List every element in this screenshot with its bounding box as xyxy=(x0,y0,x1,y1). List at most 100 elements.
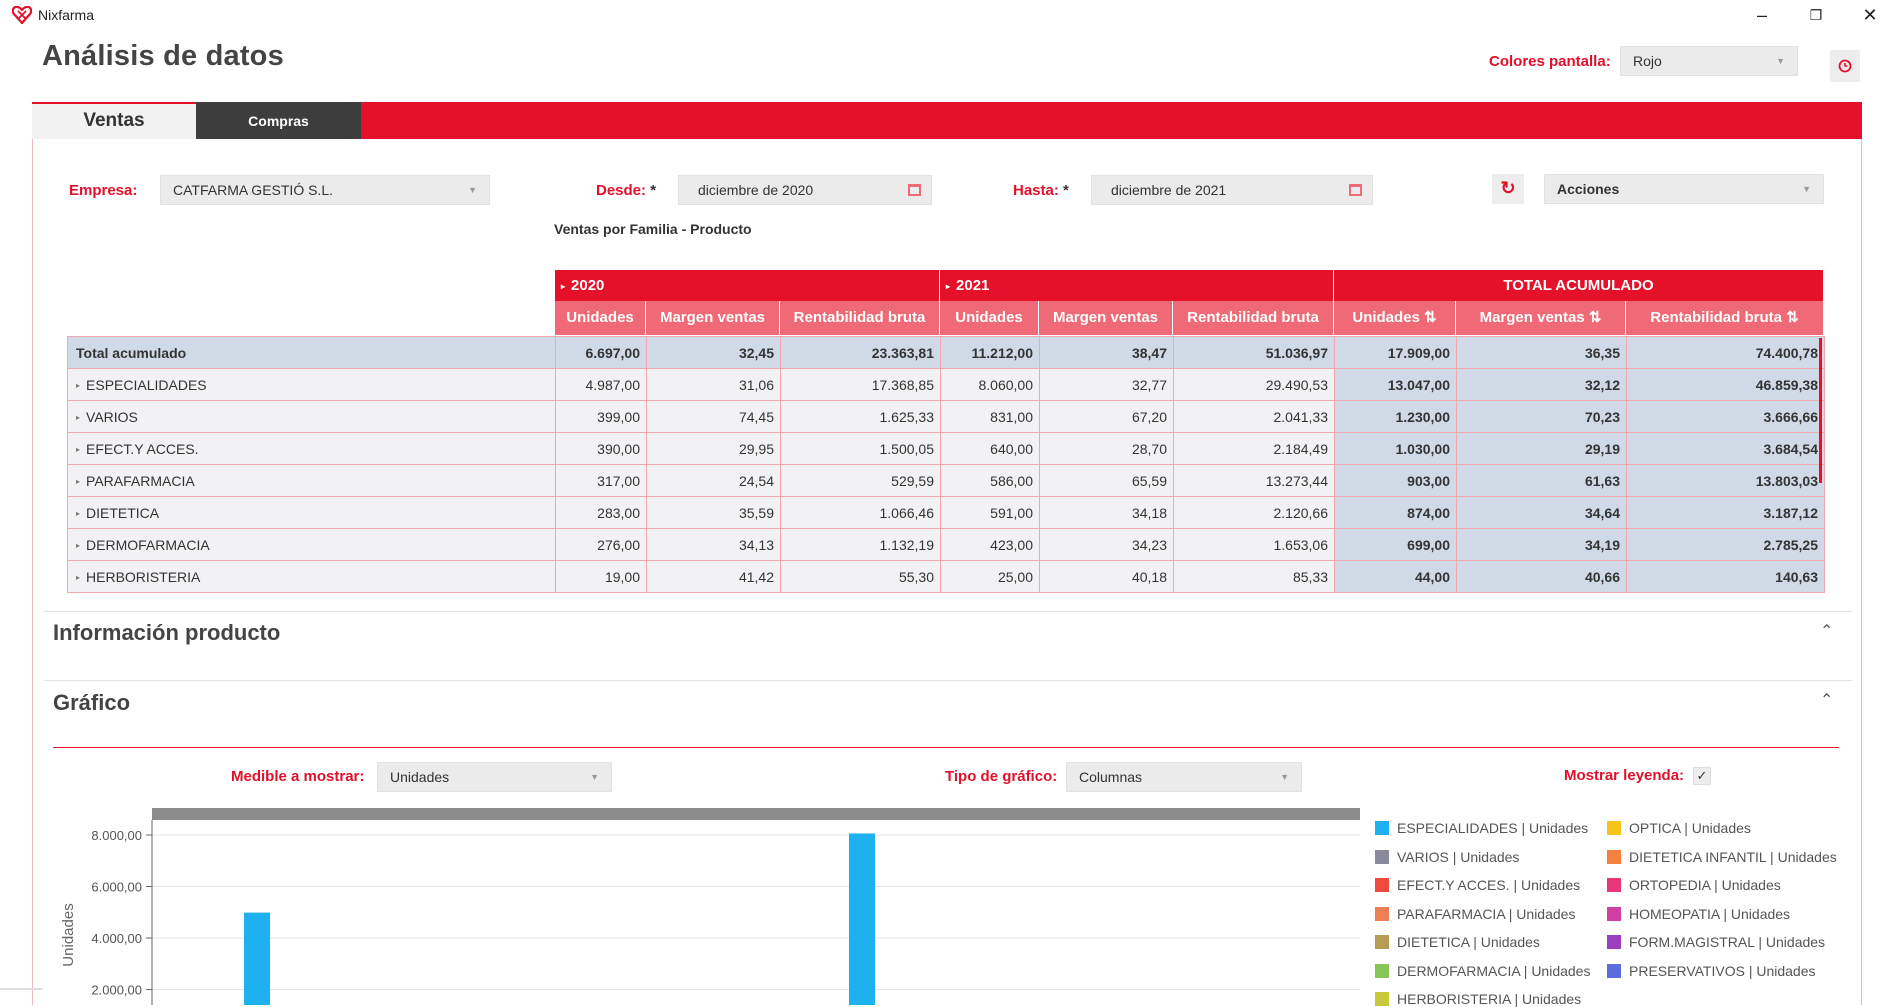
col-unidades-2020[interactable]: Unidades xyxy=(555,301,646,335)
expand-icon[interactable]: ▸ xyxy=(561,271,565,302)
expand-icon[interactable]: ▸ xyxy=(76,509,80,518)
row-label[interactable]: Total acumulado xyxy=(67,336,556,369)
legend-item[interactable]: OPTICA | Unidades xyxy=(1607,820,1751,836)
expand-icon[interactable]: ▸ xyxy=(76,445,80,454)
page-title: Análisis de datos xyxy=(42,40,284,72)
table-row[interactable]: ▸ HERBORISTERIA 19,00 41,42 55,30 25,00 40,18 8… xyxy=(67,560,1825,593)
row-label[interactable]: ▸ PARAFARMACIA xyxy=(67,464,556,497)
col-rentabilidad-2021[interactable]: Rentabilidad bruta xyxy=(1173,301,1334,335)
table-cell: 1.500,05 xyxy=(780,432,941,465)
year-group-2020[interactable]: ▸ 2020 xyxy=(555,270,940,301)
table-cell: 25,00 xyxy=(940,560,1040,593)
table-cell: 1.230,00 xyxy=(1334,400,1457,433)
table-cell: 13.803,03 xyxy=(1626,464,1825,497)
legend-item[interactable]: PARAFARMACIA | Unidades xyxy=(1375,906,1575,922)
legend-item[interactable]: EFECT.Y ACCES. | Unidades xyxy=(1375,877,1580,893)
expand-icon[interactable]: ▸ xyxy=(76,413,80,422)
legend-item[interactable]: DERMOFARMACIA | Unidades xyxy=(1375,963,1590,979)
legend-item[interactable]: HOMEOPATIA | Unidades xyxy=(1607,906,1790,922)
table-row[interactable]: ▸ ESPECIALIDADES 4.987,00 31,06 17.368,85 8.0… xyxy=(67,368,1825,401)
expand-icon[interactable]: ▸ xyxy=(76,477,80,486)
col-unidades-2021[interactable]: Unidades xyxy=(940,301,1039,335)
calendar-icon[interactable] xyxy=(908,184,921,196)
table-cell: 28,70 xyxy=(1039,432,1174,465)
restore-button[interactable]: ❐ xyxy=(1796,2,1836,28)
total-row[interactable]: Total acumulado 6.697,00 32,45 23.363,81 11.… xyxy=(67,336,1825,369)
year-group-2021[interactable]: ▸ 2021 xyxy=(940,270,1334,301)
expand-icon[interactable]: ▸ xyxy=(76,541,80,550)
row-label[interactable]: ▸ DERMOFARMACIA xyxy=(67,528,556,561)
table-cell: 36,35 xyxy=(1456,336,1627,369)
info-producto-title[interactable]: Información producto xyxy=(53,620,280,646)
medible-select[interactable]: Unidades ▼ xyxy=(377,762,612,792)
sort-icon[interactable]: ⇅ xyxy=(1589,309,1602,326)
expand-icon[interactable]: ▸ xyxy=(76,381,80,390)
chevron-up-icon[interactable]: ⌃ xyxy=(1820,690,1833,710)
legend-item[interactable]: ESPECIALIDADES | Unidades xyxy=(1375,820,1588,836)
row-label[interactable]: ▸ EFECT.Y ACCES. xyxy=(67,432,556,465)
tipo-grafico-select-value: Columnas xyxy=(1079,769,1143,785)
row-label[interactable]: ▸ DIETETICA xyxy=(67,496,556,529)
col-rentabilidad-total[interactable]: Rentabilidad bruta ⇅ xyxy=(1626,301,1824,335)
divider xyxy=(44,611,1852,612)
col-margen-total[interactable]: Margen ventas ⇅ xyxy=(1456,301,1626,335)
tipo-grafico-label: Tipo de gráfico: xyxy=(945,768,1058,785)
col-margen-2021[interactable]: Margen ventas xyxy=(1039,301,1173,335)
grafico-title[interactable]: Gráfico xyxy=(53,690,130,716)
chevron-up-icon[interactable]: ⌃ xyxy=(1820,621,1833,641)
sort-icon[interactable]: ⇅ xyxy=(1786,309,1799,326)
y-tick-label: 6.000,00 xyxy=(91,880,142,895)
row-label[interactable]: ▸ VARIOS xyxy=(67,400,556,433)
tab-ventas[interactable]: Ventas xyxy=(32,102,196,139)
table-row[interactable]: ▸ PARAFARMACIA 317,00 24,54 529,59 586,00 65,5… xyxy=(67,464,1825,497)
table-row[interactable]: ▸ EFECT.Y ACCES. 390,00 29,95 1.500,05 640,00… xyxy=(67,432,1825,465)
calendar-icon[interactable] xyxy=(1349,184,1362,196)
legend-swatch xyxy=(1375,963,1389,978)
expand-icon[interactable]: ▸ xyxy=(946,271,950,302)
col-rentabilidad-2020[interactable]: Rentabilidad bruta xyxy=(780,301,940,335)
table-caption: Ventas por Familia - Producto xyxy=(554,221,752,237)
sort-icon[interactable]: ⇅ xyxy=(1424,309,1437,326)
table-row[interactable]: ▸ DIETETICA 283,00 35,59 1.066,46 591,00 34,18… xyxy=(67,496,1825,529)
table-cell: 34,19 xyxy=(1456,528,1627,561)
desde-date-input[interactable]: diciembre de 2020 xyxy=(678,175,932,205)
legend-item[interactable]: DIETETICA | Unidades xyxy=(1375,934,1540,950)
mostrar-leyenda-checkbox[interactable]: ✓ xyxy=(1693,767,1711,785)
y-tick-label: 2.000,00 xyxy=(91,983,142,998)
table-cell: 3.187,12 xyxy=(1626,496,1825,529)
table-row[interactable]: ▸ DERMOFARMACIA 276,00 34,13 1.132,19 423,00 3… xyxy=(67,528,1825,561)
row-label[interactable]: ▸ HERBORISTERIA xyxy=(67,560,556,593)
col-margen-2020[interactable]: Margen ventas xyxy=(646,301,780,335)
legend-item[interactable]: FORM.MAGISTRAL | Unidades xyxy=(1607,934,1825,950)
table-cell: 29,19 xyxy=(1456,432,1627,465)
hasta-date-input[interactable]: diciembre de 2021 xyxy=(1091,175,1373,205)
expand-icon[interactable]: ▸ xyxy=(76,573,80,582)
table-row[interactable]: ▸ VARIOS 399,00 74,45 1.625,33 831,00 67,20 2.0… xyxy=(67,400,1825,433)
legend-item[interactable]: DIETETICA INFANTIL | Unidades xyxy=(1607,849,1837,865)
table-cell: 2.041,33 xyxy=(1173,400,1335,433)
table-cell: 283,00 xyxy=(555,496,647,529)
empresa-select[interactable]: CATFARMA GESTIÓ S.L. ▼ xyxy=(160,175,490,205)
table-cell: 46.859,38 xyxy=(1626,368,1825,401)
history-button[interactable] xyxy=(1830,50,1860,82)
table-cell: 40,18 xyxy=(1039,560,1174,593)
table-cell: 34,64 xyxy=(1456,496,1627,529)
table-scrollbar[interactable] xyxy=(1819,338,1822,483)
legend-item[interactable]: ORTOPEDIA | Unidades xyxy=(1607,877,1781,893)
close-button[interactable]: ✕ xyxy=(1850,2,1883,28)
colors-select-value: Rojo xyxy=(1633,53,1662,69)
acciones-select[interactable]: Acciones ▼ xyxy=(1544,174,1824,204)
table-cell: 74.400,78 xyxy=(1626,336,1825,369)
tipo-grafico-select[interactable]: Columnas ▼ xyxy=(1066,762,1302,792)
refresh-button[interactable]: ↻ xyxy=(1492,174,1524,204)
legend-item[interactable]: PRESERVATIVOS | Unidades xyxy=(1607,963,1816,979)
y-tick-label: 4.000,00 xyxy=(91,931,142,946)
legend-item[interactable]: VARIOS | Unidades xyxy=(1375,849,1519,865)
tab-compras[interactable]: Compras xyxy=(196,102,361,139)
row-label[interactable]: ▸ ESPECIALIDADES xyxy=(67,368,556,401)
colors-select[interactable]: Rojo ▼ xyxy=(1620,46,1798,76)
table-cell: 13.047,00 xyxy=(1334,368,1457,401)
minimize-button[interactable]: – xyxy=(1742,2,1782,28)
table-cell: 24,54 xyxy=(646,464,781,497)
col-unidades-total[interactable]: Unidades ⇅ xyxy=(1334,301,1456,335)
